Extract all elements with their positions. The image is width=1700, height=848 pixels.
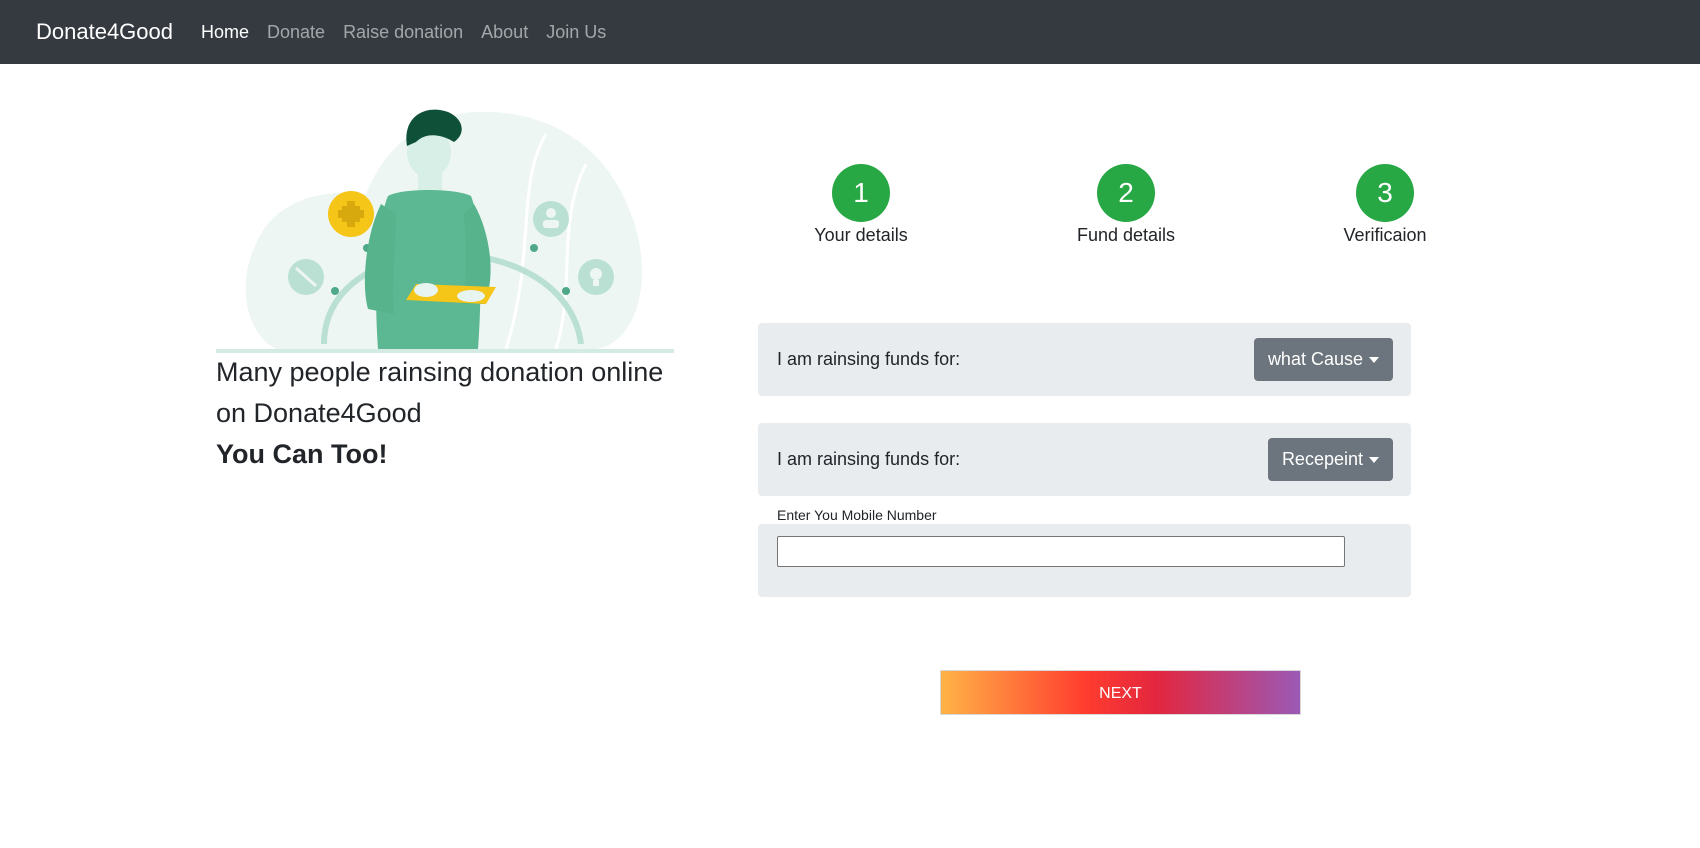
caret-down-icon (1369, 456, 1379, 463)
mobile-number-label: Enter You Mobile Number (777, 507, 937, 523)
top-navbar: Donate4Good Home Donate Raise donation A… (0, 0, 1700, 64)
recipient-label: I am rainsing funds for: (777, 449, 961, 469)
user-icon (533, 201, 569, 237)
step-label: Fund details (1076, 225, 1176, 245)
step-number: 1 (832, 164, 890, 222)
cause-label: I am rainsing funds for: (777, 349, 961, 369)
step-your-details: 1 Your details (771, 164, 951, 246)
hero-line-2: You Can Too! (216, 439, 388, 469)
step-label: Verificaion (1343, 225, 1427, 245)
step-number: 2 (1097, 164, 1155, 222)
caret-down-icon (1369, 356, 1379, 363)
nav-join-us[interactable]: Join Us (546, 22, 606, 43)
step-label: Your details (814, 225, 908, 245)
hero-line-1: Many people rainsing donation online on … (216, 357, 664, 428)
step-verification: 3 Verificaion (1295, 164, 1475, 246)
next-button[interactable]: NEXT (940, 670, 1301, 715)
hero-headline: Many people rainsing donation online on … (216, 352, 696, 475)
medical-plus-icon (328, 191, 374, 237)
rupee-icon (288, 259, 324, 295)
hero-illustration (245, 109, 643, 350)
mobile-number-input[interactable] (777, 536, 1345, 567)
nav-home[interactable]: Home (201, 22, 249, 43)
nav-about[interactable]: About (481, 22, 528, 43)
mobile-panel (758, 524, 1411, 597)
lightbulb-icon (578, 259, 614, 295)
recipient-panel: I am rainsing funds for: Recepeint (758, 423, 1411, 496)
step-fund-details: 2 Fund details (1036, 164, 1216, 246)
step-number: 3 (1356, 164, 1414, 222)
nav-raise-donation[interactable]: Raise donation (343, 22, 463, 43)
brand-logo[interactable]: Donate4Good (36, 19, 173, 45)
recipient-dropdown-label: Recepeint (1281, 449, 1363, 469)
nav-donate[interactable]: Donate (267, 22, 325, 43)
cause-panel: I am rainsing funds for: what Cause (758, 323, 1411, 396)
cause-dropdown-label: what Cause (1267, 349, 1363, 369)
recipient-dropdown-button[interactable]: Recepeint (1267, 438, 1393, 481)
cause-dropdown-button[interactable]: what Cause (1253, 338, 1393, 381)
